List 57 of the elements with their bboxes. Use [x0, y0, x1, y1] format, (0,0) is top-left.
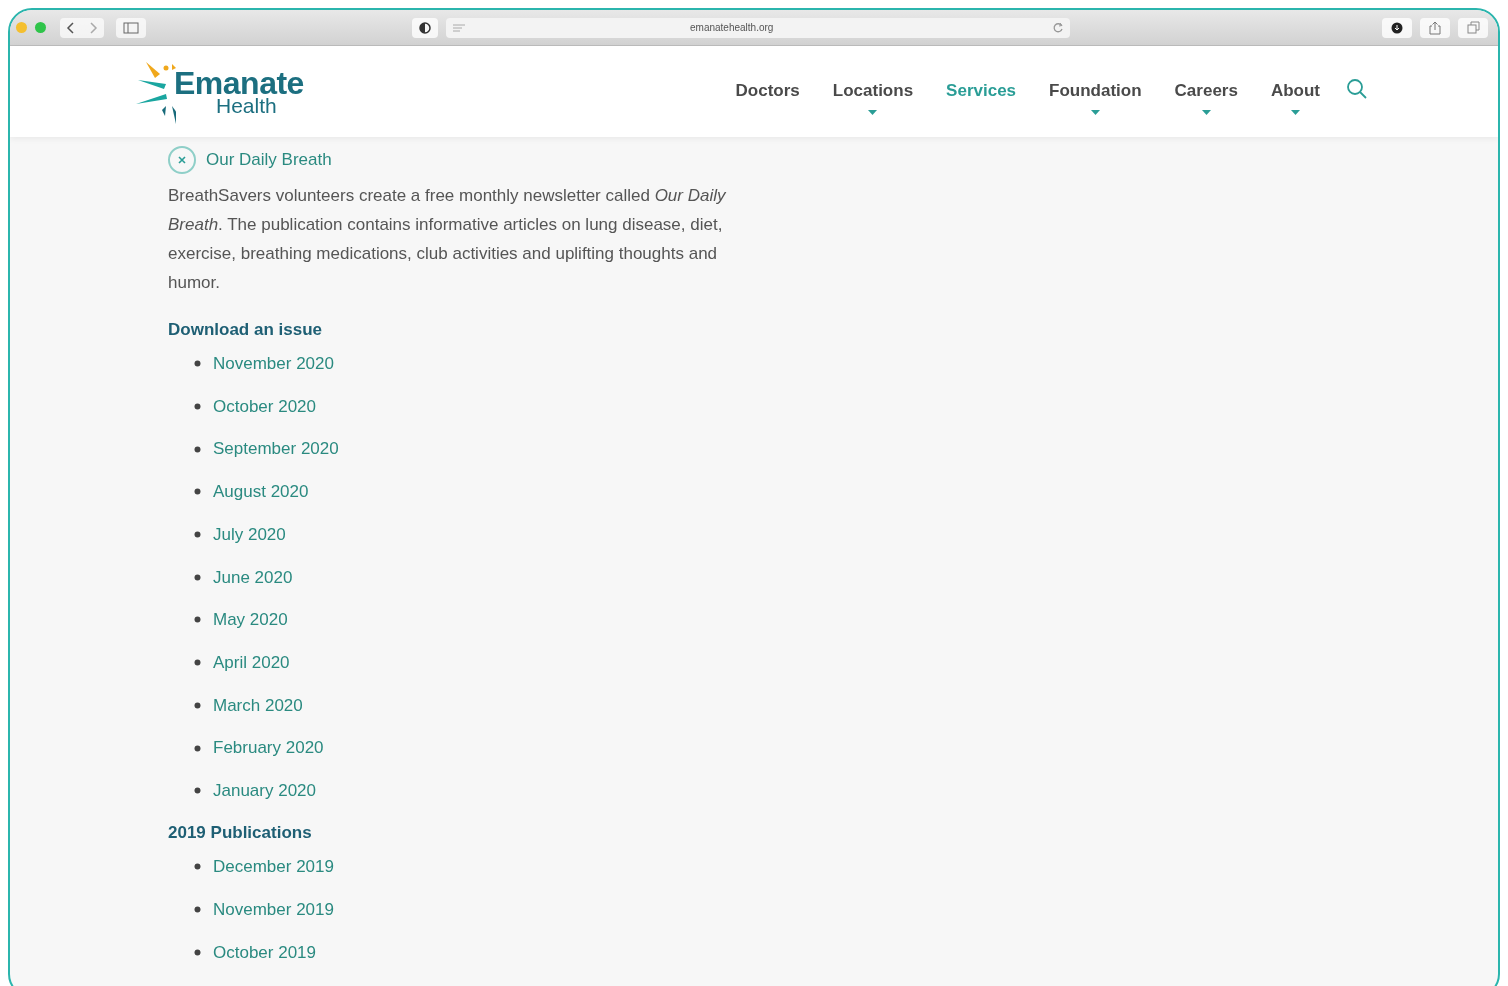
nav-link[interactable]: Doctors: [735, 77, 800, 104]
reload-icon[interactable]: [1052, 21, 1064, 34]
bullet-icon: [194, 787, 201, 795]
share-icon[interactable]: [1420, 17, 1450, 38]
contrast-icon[interactable]: [412, 17, 438, 38]
nav-link[interactable]: About: [1270, 77, 1320, 104]
issue-link[interactable]: September 2020: [213, 436, 339, 462]
back-icon[interactable]: [60, 17, 82, 38]
issue-link[interactable]: March 2020: [213, 692, 303, 719]
nav-link[interactable]: Foundation: [1049, 77, 1142, 104]
issue-link[interactable]: October 2019: [213, 939, 316, 966]
bullet-icon: [194, 863, 201, 871]
window-button-icon[interactable]: [16, 22, 27, 33]
issue-link[interactable]: October 2020: [213, 393, 316, 420]
caret-icon[interactable]: [1090, 110, 1100, 116]
bullet-icon: [194, 445, 201, 453]
tabs-icon[interactable]: [1458, 17, 1488, 38]
issue-link[interactable]: May 2020: [213, 607, 288, 633]
issue-link[interactable]: December 2019: [213, 854, 334, 880]
issue-link[interactable]: November 2020: [213, 351, 334, 377]
nav-link[interactable]: Locations: [832, 77, 914, 104]
nav-link[interactable]: Careers: [1174, 77, 1238, 104]
section-title[interactable]: Our Daily Breath: [206, 147, 332, 173]
list-heading: Download an issue: [168, 319, 322, 341]
issue-link[interactable]: February 2020: [213, 735, 324, 761]
issue-link[interactable]: April 2020: [213, 649, 290, 676]
issue-link[interactable]: July 2020: [213, 521, 286, 548]
bullet-icon: [194, 744, 201, 752]
download-icon[interactable]: [1382, 17, 1412, 38]
nav-link[interactable]: Services: [946, 77, 1017, 104]
issue-link[interactable]: January 2020: [213, 777, 317, 804]
logo[interactable]: Emanate Health: [136, 57, 304, 126]
reader-icon[interactable]: [452, 22, 466, 33]
bullet-icon: [194, 573, 201, 581]
collapse-icon[interactable]: [168, 146, 196, 174]
bullet-icon: [194, 616, 201, 624]
issue-link[interactable]: November 2019: [213, 896, 334, 923]
url-text: emanatehealth.org: [690, 21, 774, 35]
bullet-icon: [194, 948, 201, 956]
issue-link[interactable]: June 2020: [213, 564, 293, 591]
sidebar-icon[interactable]: [116, 17, 146, 38]
list-heading: 2019 Publications: [168, 822, 312, 845]
bullet-icon: [194, 360, 201, 368]
caret-icon[interactable]: [1201, 110, 1211, 116]
caret-icon[interactable]: [868, 110, 878, 116]
window-button-icon[interactable]: [35, 22, 46, 33]
bullet-icon: [194, 403, 201, 411]
bullet-icon: [194, 659, 201, 667]
section-description: BreathSavers volunteers create a free monthly newsletter called Our Daily Breath. The publication contains informative articles on lung disease, diet, exercise, breathing medications, club activities and uplifting thoughts and humor.: [168, 185, 727, 294]
bullet-icon: [194, 906, 201, 914]
address-bar[interactable]: emanatehealth.org: [446, 17, 1070, 38]
bullet-icon: [194, 488, 201, 496]
bullet-icon: [194, 531, 201, 539]
search-icon[interactable]: [1346, 77, 1368, 100]
issue-link[interactable]: August 2020: [213, 479, 309, 505]
bullet-icon: [194, 701, 201, 709]
caret-icon[interactable]: [1290, 110, 1300, 116]
